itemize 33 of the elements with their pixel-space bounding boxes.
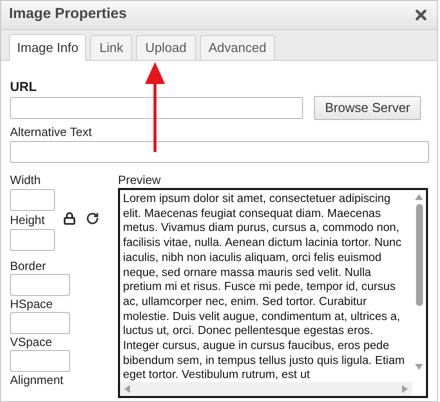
size-input[interactable] [10, 229, 55, 251]
dialog-title: Image Properties [9, 5, 127, 24]
up-arrow-icon[interactable] [415, 194, 423, 200]
close-button[interactable] [413, 7, 429, 23]
down-arrow-icon[interactable] [415, 364, 423, 370]
field-label: HSpace [10, 297, 54, 311]
url-input[interactable] [10, 97, 303, 119]
preview-label: Preview [118, 173, 162, 187]
alt-text-label: Alternative Text [10, 125, 93, 139]
horizontal-scrollbar[interactable] [120, 382, 412, 396]
reset-icon[interactable] [86, 212, 99, 225]
lock-icon[interactable] [63, 212, 76, 225]
tab[interactable]: Upload [136, 35, 196, 60]
url-label: URL [10, 79, 38, 94]
close-icon [413, 7, 429, 23]
tab[interactable]: Image Info [9, 34, 86, 61]
tab[interactable]: Link [90, 35, 132, 60]
field-label: Height [10, 213, 46, 227]
field-label: Width [10, 173, 42, 187]
left-arrow-icon[interactable] [124, 385, 130, 393]
preview-text: Lorem ipsum dolor sit amet, consectetuer adipiscing elit. Maecenas feugiat consequat diam. Maecenas metus. Vivamus diam purus, cursus a, commodo non, facilisis vitae, nulla. Aenean dictum lacinia tortor. Nunc iaculis, nibh non iaculis aliquam, orci felis euismod neque, sed ornare massa mauris sed velit. Nulla pretium mi et risus. Fusce mi pede, tempor id, cursus ac, ullamcorper nec, enim. Sed tortor. Curabitur molestie. Duis velit augue, condimentum at, ultrices a, luctus ut, orci. Donec pellentesque egestas eros. Integer cursus, augue in cursus faucibus, eros pede bibendum sem, in tempus tellus justo quis ligula. Etiam eget tortor. Vestibulum rutrum, est ut [122, 191, 406, 382]
field-label: VSpace [10, 335, 54, 349]
field-label: Border [10, 259, 48, 273]
spacing-input[interactable] [10, 274, 70, 296]
scrollbar-thumb[interactable] [416, 204, 422, 306]
field-label: Alignment [10, 373, 64, 387]
tab[interactable]: Advanced [200, 35, 276, 60]
spacing-input[interactable] [10, 312, 70, 334]
size-input[interactable] [10, 189, 55, 211]
right-arrow-icon[interactable] [402, 385, 408, 393]
alt-text-input[interactable] [10, 141, 429, 163]
spacing-input[interactable] [10, 350, 70, 372]
browse-server-button[interactable]: Browse Server [314, 96, 422, 120]
